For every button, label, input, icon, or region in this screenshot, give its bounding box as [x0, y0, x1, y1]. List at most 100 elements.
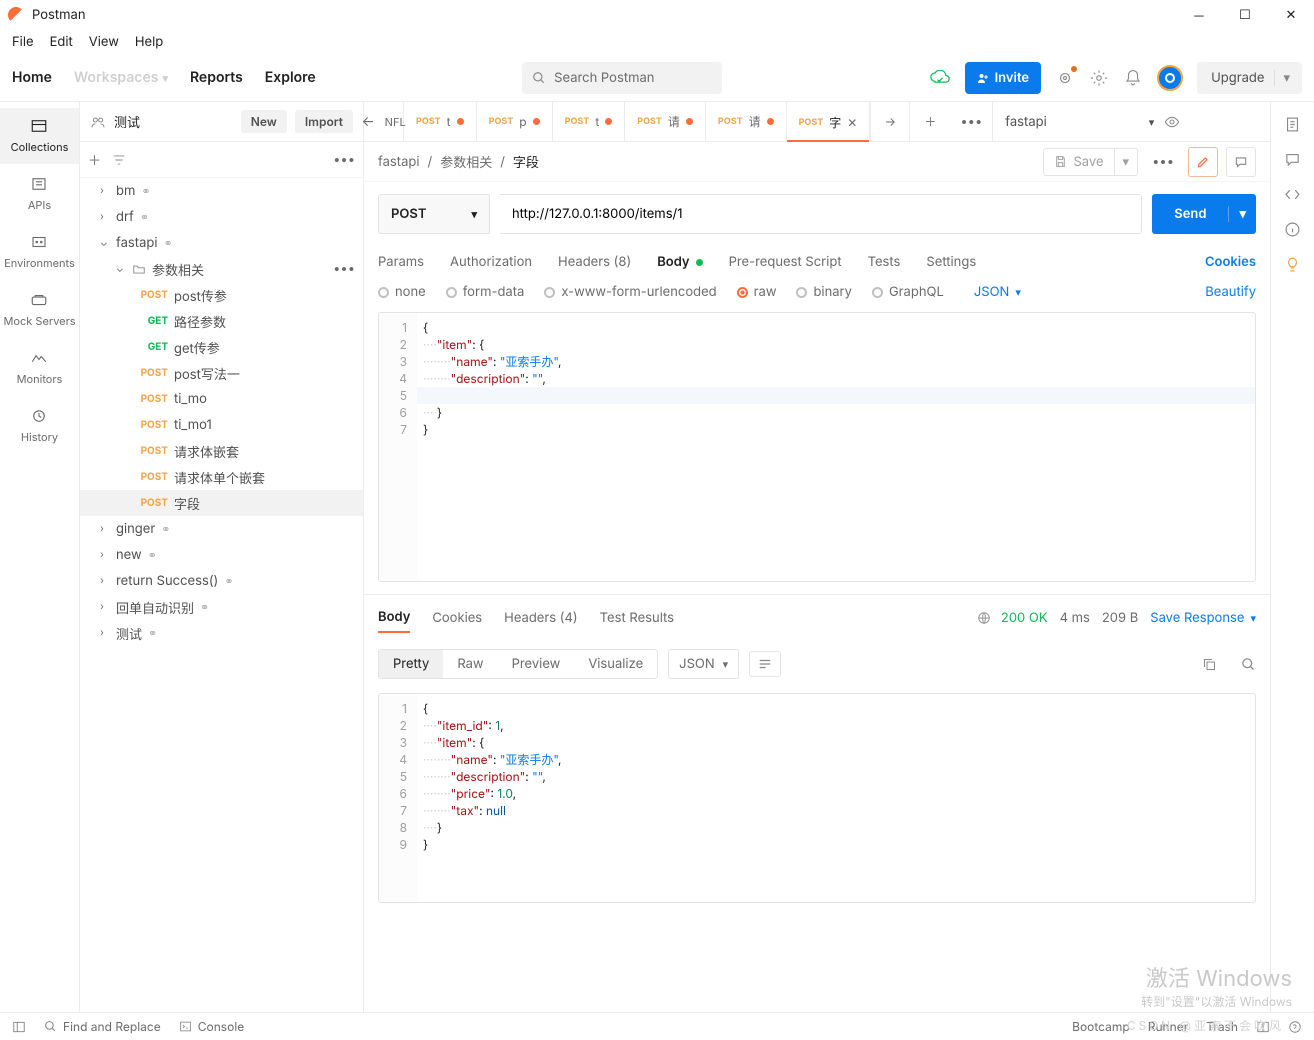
help-icon[interactable]: [1288, 1020, 1302, 1034]
bodytype-none[interactable]: none: [378, 284, 426, 300]
menu-help[interactable]: Help: [135, 34, 163, 50]
rail-monitors[interactable]: Monitors: [0, 340, 79, 396]
bodytype-form-data[interactable]: form-data: [446, 284, 525, 300]
request-tab[interactable]: POSTt: [404, 102, 477, 141]
maximize-button[interactable]: ☐: [1222, 0, 1268, 30]
reqtab-settings[interactable]: Settings: [926, 246, 976, 278]
breadcrumb-1[interactable]: 参数相关: [440, 152, 492, 171]
send-dropdown[interactable]: ▾: [1228, 206, 1256, 222]
response-search-icon[interactable]: [1241, 657, 1256, 672]
edit-icon[interactable]: [1188, 147, 1218, 177]
reqtab-headers[interactable]: Headers (8): [558, 246, 631, 278]
find-replace-button[interactable]: Find and Replace: [44, 1019, 161, 1034]
view-raw[interactable]: Raw: [443, 650, 497, 678]
minimize-button[interactable]: －: [1176, 0, 1222, 30]
eye-icon[interactable]: [1164, 114, 1180, 130]
request-tab[interactable]: POSTt: [553, 102, 626, 141]
wrap-icon[interactable]: [749, 651, 781, 677]
resptab-headers[interactable]: Headers (4): [504, 604, 578, 632]
rail-apis[interactable]: APIs: [0, 166, 79, 222]
environment-selector[interactable]: fastapi ▾: [992, 102, 1192, 141]
save-response-button[interactable]: Save Response▾: [1150, 610, 1256, 626]
nav-explore[interactable]: Explore: [265, 69, 316, 86]
comments-icon[interactable]: [1284, 151, 1301, 168]
request-item[interactable]: POST请求体嵌套: [80, 438, 363, 464]
reqtab-tests[interactable]: Tests: [868, 246, 901, 278]
collection-item[interactable]: ›测试 ⚭: [80, 620, 363, 646]
collection-item[interactable]: ⌄fastapi ⚭: [80, 230, 363, 256]
response-body-viewer[interactable]: 123456789 {····"item_id": 1,····"item": …: [378, 693, 1256, 903]
collection-item[interactable]: ›new ⚭: [80, 542, 363, 568]
row-more-icon[interactable]: •••: [333, 261, 355, 277]
resptab-body[interactable]: Body: [378, 603, 410, 633]
menu-view[interactable]: View: [89, 34, 119, 50]
nav-reports[interactable]: Reports: [190, 69, 243, 86]
invite-button[interactable]: Invite: [965, 62, 1042, 94]
reqtab-body[interactable]: Body: [657, 246, 702, 278]
workspace-selector[interactable]: 测试: [90, 112, 233, 131]
notifications-icon[interactable]: [1123, 68, 1143, 88]
reqtab-params[interactable]: Params: [378, 246, 424, 278]
new-button[interactable]: New: [241, 110, 287, 133]
user-avatar[interactable]: [1157, 65, 1183, 91]
console-button[interactable]: Console: [179, 1019, 244, 1034]
filter-icon[interactable]: [111, 153, 127, 167]
breadcrumb-2[interactable]: 字段: [513, 152, 539, 171]
collection-item[interactable]: ›ginger ⚭: [80, 516, 363, 542]
resptab-test[interactable]: Test Results: [600, 604, 674, 632]
more-icon[interactable]: •••: [333, 152, 355, 168]
collection-item[interactable]: ›回单自动识别 ⚭: [80, 594, 363, 620]
editor-content[interactable]: {····"item": {········"name": "亚索手办",···…: [417, 313, 1255, 581]
nav-workspaces[interactable]: Workspaces▾: [74, 69, 168, 86]
request-item[interactable]: POST请求体单个嵌套: [80, 464, 363, 490]
add-icon[interactable]: ＋: [88, 150, 101, 169]
nav-home[interactable]: Home: [12, 69, 52, 86]
bodytype-raw[interactable]: raw: [737, 284, 777, 300]
request-more-icon[interactable]: •••: [1146, 154, 1180, 170]
request-item[interactable]: POSTti_mo: [80, 386, 363, 412]
request-item[interactable]: POSTpost写法一: [80, 360, 363, 386]
request-body-editor[interactable]: 1234567 {····"item": {········"name": "亚…: [378, 312, 1256, 582]
tab-forward[interactable]: →: [870, 102, 910, 141]
copy-icon[interactable]: [1202, 657, 1217, 672]
upgrade-chevron-icon[interactable]: ▾: [1274, 70, 1298, 86]
globe-icon[interactable]: [977, 611, 991, 625]
beautify-link[interactable]: Beautify: [1205, 284, 1256, 300]
upgrade-button[interactable]: Upgrade ▾: [1197, 62, 1302, 94]
url-input[interactable]: [500, 194, 1142, 234]
import-button[interactable]: Import: [295, 110, 353, 133]
capture-icon[interactable]: [1055, 68, 1075, 88]
hint-icon[interactable]: [1284, 256, 1301, 273]
tab-overflow[interactable]: •••: [950, 102, 992, 141]
request-item[interactable]: POSTti_mo1: [80, 412, 363, 438]
breadcrumb-0[interactable]: fastapi: [378, 154, 420, 170]
collection-item[interactable]: ›drf ⚭: [80, 204, 363, 230]
collection-item[interactable]: ⌄参数相关•••: [80, 256, 363, 282]
bootcamp-link[interactable]: Bootcamp: [1072, 1019, 1130, 1034]
request-item[interactable]: GETget传参: [80, 334, 363, 360]
response-lang-dropdown[interactable]: JSON▾: [668, 649, 739, 679]
menu-file[interactable]: File: [12, 34, 34, 50]
reqtab-pre-request[interactable]: Pre-request Script: [729, 246, 842, 278]
request-tab[interactable]: POST字✕: [787, 102, 871, 141]
request-item[interactable]: POSTpost传参: [80, 282, 363, 308]
send-button[interactable]: Send: [1152, 206, 1228, 222]
cookies-link[interactable]: Cookies: [1205, 254, 1256, 270]
save-dropdown[interactable]: ▾: [1114, 149, 1138, 175]
rail-environments[interactable]: Environments: [0, 224, 79, 280]
rail-mock-servers[interactable]: Mock Servers: [0, 282, 79, 338]
comment-icon[interactable]: [1226, 147, 1256, 177]
resptab-cookies[interactable]: Cookies: [432, 604, 482, 632]
docs-icon[interactable]: [1284, 116, 1301, 133]
tab-history-back[interactable]: ←NFL: [364, 102, 404, 141]
collection-item[interactable]: ›bm ⚭: [80, 178, 363, 204]
method-dropdown[interactable]: POST ▾: [378, 194, 490, 234]
body-lang-dropdown[interactable]: JSON ▾: [974, 284, 1021, 300]
tab-close-icon[interactable]: ✕: [847, 115, 857, 130]
menu-edit[interactable]: Edit: [50, 34, 73, 50]
bodytype-GraphQL[interactable]: GraphQL: [872, 284, 944, 300]
view-pretty[interactable]: Pretty: [379, 650, 443, 678]
sync-icon[interactable]: [929, 67, 951, 89]
request-tab[interactable]: POST请: [625, 102, 706, 141]
search-box[interactable]: Search Postman: [522, 62, 722, 94]
